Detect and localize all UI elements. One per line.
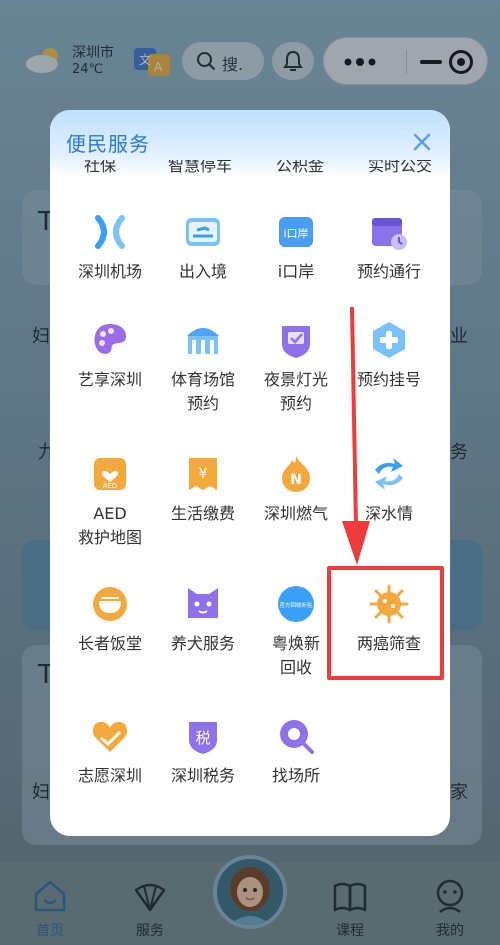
modal-title: 便民服务 [66, 132, 150, 156]
service-item-label: 艺享深圳 [77, 370, 142, 389]
annotation-arrow [342, 306, 370, 565]
boarding-pass-icon [186, 218, 220, 246]
tax-badge-text: 税 [195, 729, 210, 747]
service-item-volunteer[interactable]: 志愿深圳 [60, 716, 160, 788]
service-item-label: 出入境 [178, 262, 227, 281]
service-item-label: 深圳机场 [77, 262, 142, 281]
svg-text:¥: ¥ [199, 466, 208, 482]
service-item-label: 体育场馆 预约 [170, 370, 235, 413]
partial-item-label[interactable]: 社保 [50, 160, 150, 176]
service-item-port[interactable]: i口岸 i口岸 [246, 212, 346, 284]
service-item-tax[interactable]: 税 深圳税务 [153, 716, 253, 788]
recycle-badge-text: 官方回收补贴 [279, 601, 313, 609]
service-item-label: 生活缴费 [170, 504, 235, 523]
service-item-label: 夜景灯光 预约 [263, 370, 328, 413]
svg-text:N: N [290, 472, 302, 488]
calendar-pass-icon [372, 218, 407, 250]
service-item-gas[interactable]: N 深圳燃气 [246, 454, 346, 526]
service-item-utility-payment[interactable]: ¥ 生活缴费 [153, 454, 253, 526]
palette-icon [94, 324, 126, 354]
night-light-icon [282, 326, 310, 358]
service-item-label: 志愿深圳 [77, 766, 142, 785]
yuan-bill-icon: ¥ [189, 458, 217, 490]
partial-row: 社保 智慧停车 公积金 实时公交 [50, 160, 450, 180]
convenience-services-modal: 便民服务 社保 智慧停车 公积金 实时公交 深圳机场 出入境 i口岸 i口岸 预… [50, 110, 450, 836]
location-search-icon [280, 720, 314, 754]
port-badge-text: i口岸 [283, 227, 308, 240]
partial-item-label[interactable]: 实时公交 [350, 160, 450, 176]
service-item-label: 深圳燃气 [263, 504, 328, 523]
partial-item-label[interactable]: 公积金 [250, 160, 350, 176]
service-item-label: AED 救护地图 [77, 504, 142, 547]
service-item-appointment-pass[interactable]: 预约通行 [339, 212, 439, 284]
port-icon: i口岸 [279, 217, 313, 247]
stadium-icon [187, 328, 219, 354]
partial-item-label[interactable]: 智慧停车 [150, 160, 250, 176]
service-item-airport[interactable]: 深圳机场 [60, 212, 160, 284]
service-item-label: 找场所 [271, 766, 320, 785]
service-item-label: 预约通行 [356, 262, 421, 281]
service-item-find-venue[interactable]: 找场所 [246, 716, 346, 788]
annotation-highlight-box [327, 566, 444, 680]
gas-flame-icon: N [282, 456, 310, 492]
close-icon[interactable] [410, 130, 434, 154]
tax-icon: 税 [189, 722, 217, 754]
elderly-canteen-icon [93, 587, 127, 621]
service-item-label: 养犬服务 [170, 634, 235, 653]
airport-icon [95, 215, 125, 249]
service-item-label: i口岸 [277, 262, 315, 281]
service-item-elderly-canteen[interactable]: 长者饭堂 [60, 584, 160, 656]
service-item-label: 长者饭堂 [77, 634, 142, 653]
service-item-night-lights[interactable]: 夜景灯光 预约 [246, 320, 346, 416]
volunteer-heart-icon [92, 721, 128, 752]
recycle-badge-icon: 官方回收补贴 [278, 586, 314, 622]
aed-badge-text: AED [103, 482, 118, 490]
service-item-stadium[interactable]: 体育场馆 预约 [153, 320, 253, 416]
service-item-label: 深圳税务 [170, 766, 235, 785]
service-item-aed[interactable]: AED AED 救护地图 [60, 454, 160, 550]
service-item-art[interactable]: 艺享深圳 [60, 320, 160, 392]
dog-icon [188, 588, 218, 618]
service-item-immigration[interactable]: 出入境 [153, 212, 253, 284]
service-item-dog[interactable]: 养犬服务 [153, 584, 253, 656]
aed-icon: AED [94, 458, 126, 490]
